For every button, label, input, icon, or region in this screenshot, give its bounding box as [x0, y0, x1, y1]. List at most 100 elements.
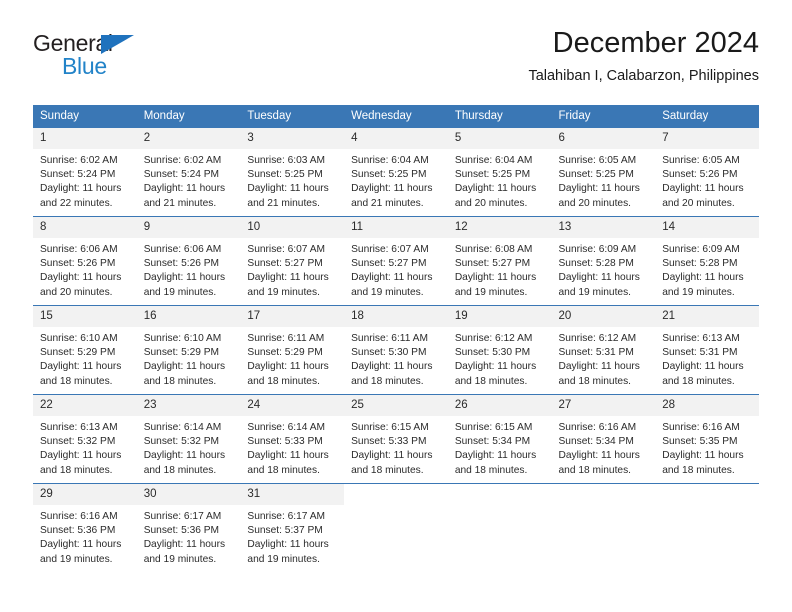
calendar-day-cell[interactable]: 20 Sunrise: 6:12 AM Sunset: 5:31 PM Dayligh… [551, 305, 656, 395]
empty-cell-filler [344, 484, 448, 570]
day-details: Sunrise: 6:09 AM Sunset: 5:28 PM Daylight:… [551, 238, 656, 300]
calendar-empty-cell [344, 483, 448, 570]
calendar-day-cell[interactable]: 22 Sunrise: 6:13 AM Sunset: 5:32 PM Dayligh… [33, 394, 137, 484]
day-number: 14 [655, 217, 759, 238]
calendar-day-cell[interactable]: 28 Sunrise: 6:16 AM Sunset: 5:35 PM Dayligh… [655, 394, 759, 484]
daylight-text: Daylight: 11 hours and 20 minutes. [454, 183, 537, 209]
calendar-day-cell[interactable]: 30 Sunrise: 6:17 AM Sunset: 5:36 PM Dayligh… [136, 483, 241, 570]
sunrise-text: Sunrise: 6:07 AM [351, 244, 429, 255]
day-details: Sunrise: 6:04 AM Sunset: 5:25 PM Daylight:… [344, 149, 448, 211]
day-details: Sunrise: 6:12 AM Sunset: 5:31 PM Daylight:… [551, 327, 656, 389]
sunset-text: Sunset: 5:30 PM [454, 347, 531, 359]
daylight-text: Daylight: 11 hours and 18 minutes. [247, 450, 329, 476]
calendar-day-cell[interactable]: 25 Sunrise: 6:15 AM Sunset: 5:33 PM Dayligh… [344, 394, 448, 484]
sunset-text: Sunset: 5:29 PM [40, 347, 116, 359]
daylight-text: Daylight: 11 hours and 20 minutes. [662, 183, 744, 209]
day-number: 12 [447, 217, 552, 238]
sunset-text: Sunset: 5:25 PM [558, 169, 634, 181]
calendar-day-cell[interactable]: 31 Sunrise: 6:17 AM Sunset: 5:37 PM Dayligh… [240, 483, 345, 570]
calendar-week-row: 8 Sunrise: 6:06 AM Sunset: 5:26 PM Daylight… [33, 216, 759, 306]
calendar-day-cell[interactable]: 21 Sunrise: 6:13 AM Sunset: 5:31 PM Dayligh… [655, 305, 759, 395]
day-number: 31 [240, 484, 345, 505]
daylight-text: Daylight: 11 hours and 19 minutes. [247, 272, 329, 298]
sunset-text: Sunset: 5:34 PM [558, 436, 634, 448]
sunset-text: Sunset: 5:27 PM [247, 258, 323, 270]
logo-triangle-icon [101, 35, 134, 54]
empty-cell-filler [551, 484, 656, 570]
day-number: 22 [33, 395, 137, 416]
sunrise-text: Sunrise: 6:12 AM [558, 333, 637, 344]
calendar-day-cell[interactable]: 26 Sunrise: 6:15 AM Sunset: 5:34 PM Dayligh… [447, 394, 552, 484]
calendar-day-cell[interactable]: 5 Sunrise: 6:04 AM Sunset: 5:25 PM Daylight… [447, 127, 552, 217]
daylight-text: Daylight: 11 hours and 19 minutes. [662, 272, 744, 298]
sunrise-text: Sunrise: 6:10 AM [40, 333, 118, 344]
daylight-text: Daylight: 11 hours and 19 minutes. [351, 272, 433, 298]
weekday-header-tuesday: Tuesday [240, 105, 345, 128]
weekday-header-friday: Friday [551, 105, 656, 128]
sunrise-text: Sunrise: 6:05 AM [662, 155, 740, 166]
sunrise-text: Sunrise: 6:09 AM [662, 244, 740, 255]
page-subtitle: Talahiban I, Calabarzon, Philippines [528, 68, 759, 84]
calendar-day-cell[interactable]: 4 Sunrise: 6:04 AM Sunset: 5:25 PM Daylight… [344, 127, 448, 217]
calendar-day-cell[interactable]: 23 Sunrise: 6:14 AM Sunset: 5:32 PM Dayligh… [136, 394, 241, 484]
calendar-day-cell[interactable]: 19 Sunrise: 6:12 AM Sunset: 5:30 PM Dayligh… [447, 305, 552, 395]
sunset-text: Sunset: 5:32 PM [143, 436, 220, 448]
calendar-day-cell[interactable]: 11 Sunrise: 6:07 AM Sunset: 5:27 PM Dayligh… [344, 216, 448, 306]
sunrise-text: Sunrise: 6:11 AM [247, 333, 325, 344]
day-number: 30 [136, 484, 241, 505]
calendar-day-cell[interactable]: 15 Sunrise: 6:10 AM Sunset: 5:29 PM Dayligh… [33, 305, 137, 395]
day-number: 28 [655, 395, 759, 416]
calendar-day-cell[interactable]: 7 Sunrise: 6:05 AM Sunset: 5:26 PM Daylight… [655, 127, 759, 217]
day-number: 26 [447, 395, 552, 416]
daylight-text: Daylight: 11 hours and 20 minutes. [40, 272, 122, 298]
daylight-text: Daylight: 11 hours and 18 minutes. [558, 450, 640, 476]
day-number: 29 [33, 484, 137, 505]
day-details: Sunrise: 6:02 AM Sunset: 5:24 PM Daylight:… [136, 149, 241, 211]
empty-cell-filler [447, 484, 552, 570]
day-number: 3 [240, 128, 345, 149]
day-number: 16 [136, 306, 241, 327]
calendar-day-cell[interactable]: 17 Sunrise: 6:11 AM Sunset: 5:29 PM Dayligh… [240, 305, 345, 395]
calendar-day-cell[interactable]: 12 Sunrise: 6:08 AM Sunset: 5:27 PM Dayligh… [447, 216, 552, 306]
daylight-text: Daylight: 11 hours and 22 minutes. [40, 183, 122, 209]
calendar-empty-cell [655, 483, 759, 570]
sunrise-text: Sunrise: 6:14 AM [247, 422, 325, 433]
calendar-day-cell[interactable]: 29 Sunrise: 6:16 AM Sunset: 5:36 PM Dayligh… [33, 483, 137, 570]
sunset-text: Sunset: 5:26 PM [40, 258, 116, 270]
day-number: 8 [33, 217, 137, 238]
general-blue-logo[interactable]: General Blue [33, 32, 233, 88]
calendar-day-cell[interactable]: 1 Sunrise: 6:02 AM Sunset: 5:24 PM Daylight… [33, 127, 137, 217]
calendar-day-cell[interactable]: 13 Sunrise: 6:09 AM Sunset: 5:28 PM Dayligh… [551, 216, 656, 306]
sunset-text: Sunset: 5:37 PM [247, 525, 323, 537]
calendar-day-cell[interactable]: 27 Sunrise: 6:16 AM Sunset: 5:34 PM Dayligh… [551, 394, 656, 484]
calendar-day-cell[interactable]: 9 Sunrise: 6:06 AM Sunset: 5:26 PM Daylight… [136, 216, 241, 306]
daylight-text: Daylight: 11 hours and 19 minutes. [558, 272, 640, 298]
calendar-day-cell[interactable]: 6 Sunrise: 6:05 AM Sunset: 5:25 PM Daylight… [551, 127, 656, 217]
calendar-day-cell[interactable]: 16 Sunrise: 6:10 AM Sunset: 5:29 PM Dayligh… [136, 305, 241, 395]
day-details: Sunrise: 6:10 AM Sunset: 5:29 PM Daylight:… [33, 327, 137, 389]
daylight-text: Daylight: 11 hours and 18 minutes. [40, 450, 122, 476]
sunset-text: Sunset: 5:25 PM [351, 169, 427, 181]
day-details: Sunrise: 6:09 AM Sunset: 5:28 PM Daylight:… [655, 238, 759, 300]
day-details: Sunrise: 6:08 AM Sunset: 5:27 PM Daylight:… [447, 238, 552, 300]
calendar-day-cell[interactable]: 18 Sunrise: 6:11 AM Sunset: 5:30 PM Dayligh… [344, 305, 448, 395]
sunrise-text: Sunrise: 6:02 AM [143, 155, 222, 166]
calendar-day-cell[interactable]: 3 Sunrise: 6:03 AM Sunset: 5:25 PM Daylight… [240, 127, 345, 217]
calendar-day-cell[interactable]: 2 Sunrise: 6:02 AM Sunset: 5:24 PM Daylight… [136, 127, 241, 217]
daylight-text: Daylight: 11 hours and 20 minutes. [558, 183, 640, 209]
sunset-text: Sunset: 5:36 PM [143, 525, 220, 537]
day-number: 5 [447, 128, 552, 149]
calendar-day-cell[interactable]: 14 Sunrise: 6:09 AM Sunset: 5:28 PM Dayligh… [655, 216, 759, 306]
day-details: Sunrise: 6:10 AM Sunset: 5:29 PM Daylight:… [136, 327, 241, 389]
daylight-text: Daylight: 11 hours and 18 minutes. [662, 450, 744, 476]
daylight-text: Daylight: 11 hours and 18 minutes. [454, 450, 537, 476]
daylight-text: Daylight: 11 hours and 21 minutes. [351, 183, 433, 209]
calendar-day-cell[interactable]: 10 Sunrise: 6:07 AM Sunset: 5:27 PM Dayligh… [240, 216, 345, 306]
sunset-text: Sunset: 5:24 PM [40, 169, 116, 181]
calendar-day-cell[interactable]: 8 Sunrise: 6:06 AM Sunset: 5:26 PM Daylight… [33, 216, 137, 306]
day-details: Sunrise: 6:17 AM Sunset: 5:37 PM Daylight:… [240, 505, 345, 567]
daylight-text: Daylight: 11 hours and 18 minutes. [662, 361, 744, 387]
sunrise-text: Sunrise: 6:08 AM [454, 244, 533, 255]
day-details: Sunrise: 6:04 AM Sunset: 5:25 PM Daylight:… [447, 149, 552, 211]
calendar-day-cell[interactable]: 24 Sunrise: 6:14 AM Sunset: 5:33 PM Dayligh… [240, 394, 345, 484]
